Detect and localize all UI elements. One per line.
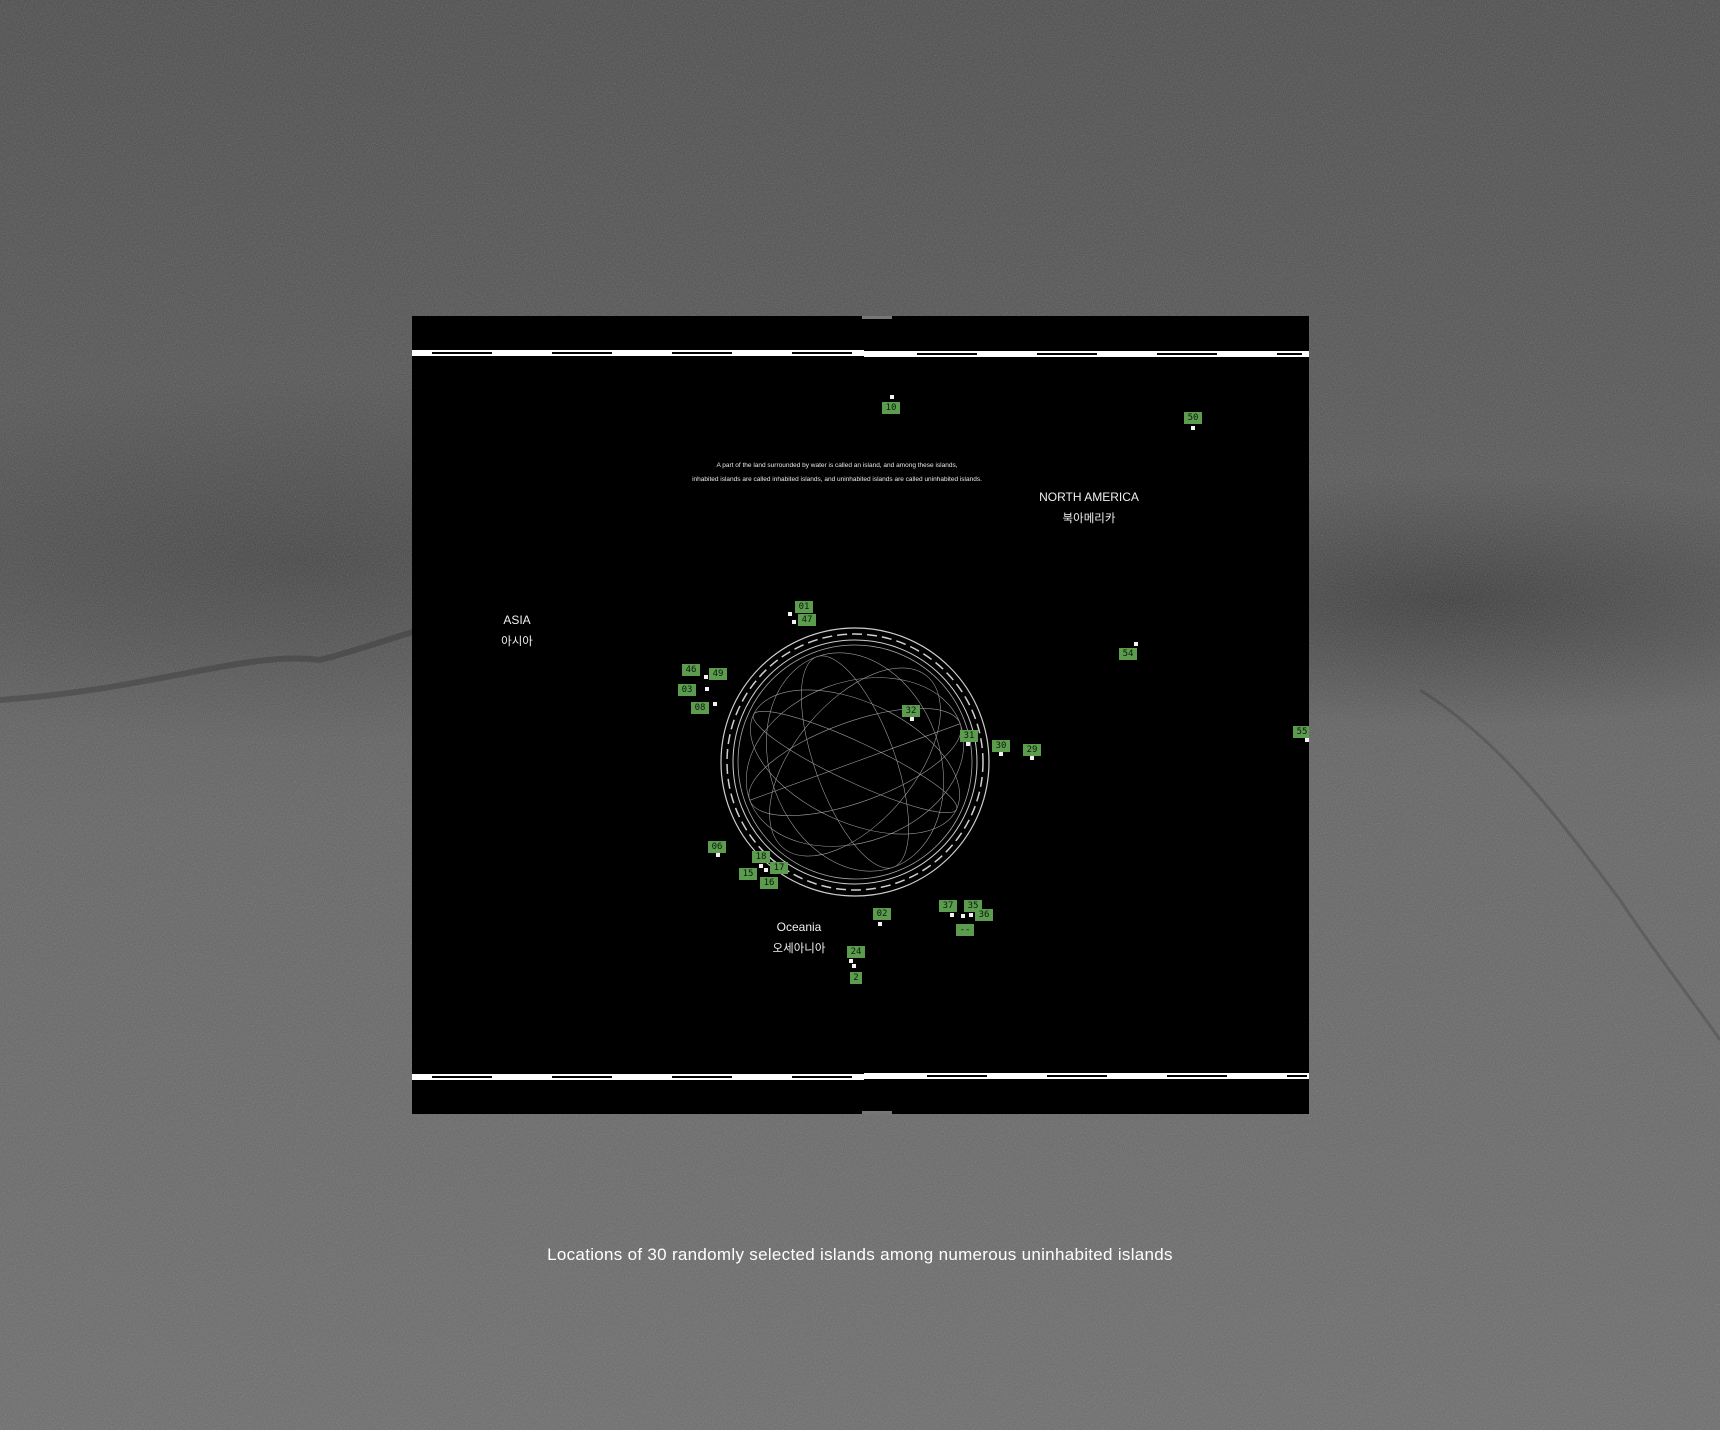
region-asia: ASIA 아시아 xyxy=(467,610,567,652)
island-label[interactable]: 54 xyxy=(1119,648,1137,660)
island-label[interactable]: 16 xyxy=(760,877,778,889)
island-marker[interactable] xyxy=(878,922,882,926)
island-marker[interactable] xyxy=(890,395,894,399)
region-oceania: Oceania 오세아니아 xyxy=(749,917,849,959)
island-label[interactable]: 01 xyxy=(795,601,813,613)
island-marker[interactable] xyxy=(950,913,954,917)
island-marker[interactable] xyxy=(716,853,720,857)
island-marker[interactable] xyxy=(1134,642,1138,646)
island-marker[interactable] xyxy=(764,868,768,872)
island-marker[interactable] xyxy=(999,752,1003,756)
region-north-america: NORTH AMERICA 북아메리카 xyxy=(1029,487,1149,529)
island-label[interactable]: 15 xyxy=(739,868,757,880)
island-marker[interactable] xyxy=(1030,756,1034,760)
island-label[interactable]: 55 xyxy=(1293,726,1309,738)
map-caption: Locations of 30 randomly selected island… xyxy=(547,1245,1173,1264)
bottom-rail xyxy=(412,1073,1309,1114)
island-label[interactable]: 47 xyxy=(798,614,816,626)
island-label[interactable]: 29 xyxy=(1023,744,1041,756)
island-label[interactable]: -- xyxy=(956,924,974,936)
island-label[interactable]: 49 xyxy=(709,668,727,680)
island-label[interactable]: 50 xyxy=(1184,412,1202,424)
region-name-en: ASIA xyxy=(503,613,531,627)
island-label[interactable]: 08 xyxy=(691,702,709,714)
island-marker[interactable] xyxy=(705,687,709,691)
island-marker[interactable] xyxy=(966,742,970,746)
island-marker[interactable] xyxy=(849,959,853,963)
island-marker[interactable] xyxy=(1305,738,1309,742)
island-label[interactable]: 37 xyxy=(939,900,957,912)
island-marker[interactable] xyxy=(969,913,973,917)
region-name-ko: 아시아 xyxy=(501,634,533,648)
island-label[interactable]: 17 xyxy=(770,862,788,874)
region-name-en: NORTH AMERICA xyxy=(1039,490,1139,504)
island-marker[interactable] xyxy=(759,864,763,868)
island-marker[interactable] xyxy=(713,702,717,706)
island-label[interactable]: 2 xyxy=(850,972,862,984)
island-label[interactable]: 06 xyxy=(708,841,726,853)
island-marker[interactable] xyxy=(1191,426,1195,430)
island-marker[interactable] xyxy=(961,914,965,918)
top-rail xyxy=(412,316,1309,357)
island-label[interactable]: 46 xyxy=(682,664,700,676)
intro-text: A part of the land surrounded by water i… xyxy=(652,459,1022,487)
island-marker[interactable] xyxy=(792,620,796,624)
island-label[interactable]: 24 xyxy=(847,946,865,958)
island-marker[interactable] xyxy=(788,612,792,616)
island-label[interactable]: 18 xyxy=(752,851,770,863)
island-label[interactable]: 10 xyxy=(882,402,900,414)
island-label[interactable]: 30 xyxy=(992,740,1010,752)
island-marker[interactable] xyxy=(910,717,914,721)
island-label[interactable]: 32 xyxy=(902,705,920,717)
island-label[interactable]: 02 xyxy=(873,908,891,920)
map-graphics xyxy=(412,316,1309,1114)
intro-line: A part of the land surrounded by water i… xyxy=(716,462,958,469)
island-label[interactable]: 03 xyxy=(678,684,696,696)
region-name-ko: 오세아니아 xyxy=(772,941,826,955)
island-marker[interactable] xyxy=(704,675,708,679)
intro-line: inhabited islands are called inhabited i… xyxy=(692,476,982,483)
island-map-panel: A part of the land surrounded by water i… xyxy=(412,316,1309,1114)
island-marker[interactable] xyxy=(852,964,856,968)
region-name-ko: 북아메리카 xyxy=(1062,511,1116,525)
region-name-en: Oceania xyxy=(776,920,822,934)
island-label[interactable]: 31 xyxy=(960,730,978,742)
island-label[interactable]: 36 xyxy=(975,909,993,921)
